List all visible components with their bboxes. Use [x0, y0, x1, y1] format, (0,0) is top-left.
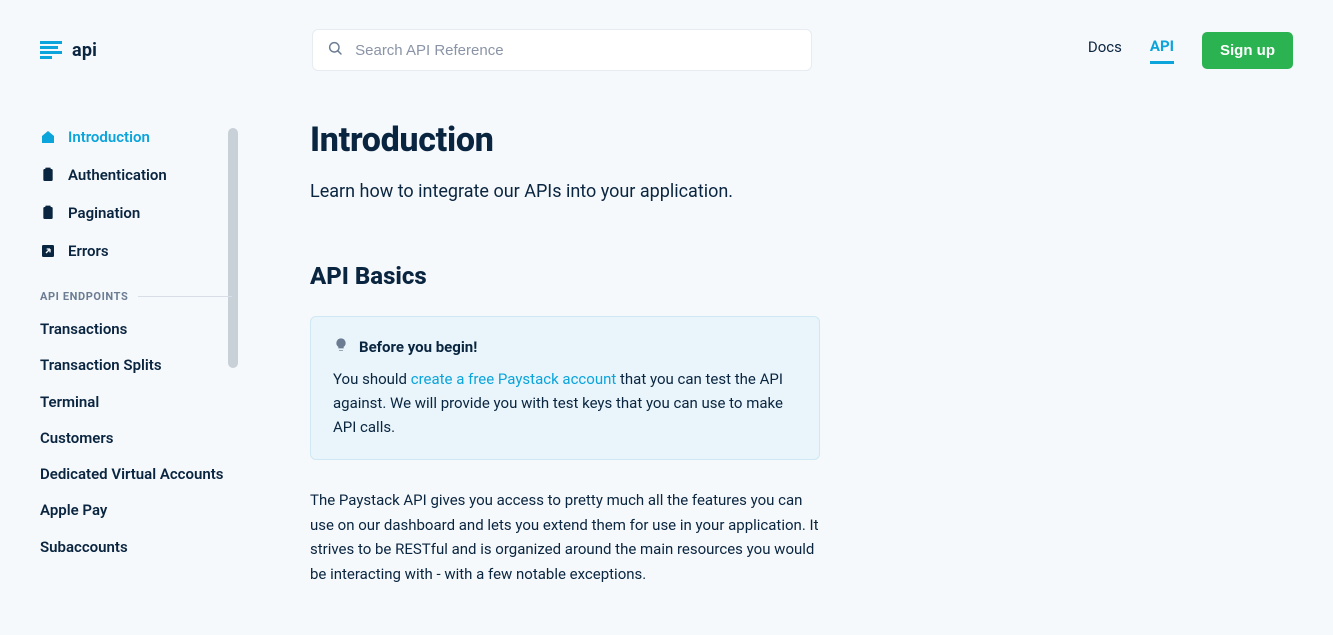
- main-content: Introduction Learn how to integrate our …: [310, 120, 820, 635]
- sidebar-section-label: API ENDPOINTS: [40, 290, 128, 303]
- search-icon: [327, 40, 343, 60]
- header-nav: Docs API Sign up: [1088, 32, 1293, 69]
- sidebar-item-label: Errors: [68, 242, 109, 260]
- sidebar-endpoint-customers[interactable]: Customers: [40, 428, 232, 448]
- sidebar-endpoint-subaccounts[interactable]: Subaccounts: [40, 537, 232, 557]
- sidebar-endpoint-terminal[interactable]: Terminal: [40, 392, 232, 412]
- logo-text: api: [72, 40, 97, 61]
- sidebar-endpoint-apple-pay[interactable]: Apple Pay: [40, 500, 232, 520]
- callout-text-pre: You should: [333, 370, 411, 388]
- sidebar-item-label: Pagination: [68, 204, 140, 222]
- external-icon: [40, 243, 56, 259]
- nav-link-docs[interactable]: Docs: [1088, 38, 1122, 62]
- lightbulb-icon: [333, 337, 349, 357]
- page-title: Introduction: [310, 120, 820, 160]
- nav-link-api[interactable]: API: [1150, 37, 1174, 64]
- divider-line: [138, 296, 232, 297]
- sidebar-endpoint-dedicated-virtual-accounts[interactable]: Dedicated Virtual Accounts: [40, 464, 232, 484]
- home-icon: [40, 129, 56, 145]
- callout-body: You should create a free Paystack accoun…: [333, 367, 797, 439]
- clipboard-icon: [40, 167, 56, 183]
- sidebar-item-label: Authentication: [68, 166, 167, 184]
- logo[interactable]: api: [40, 40, 97, 61]
- clipboard-icon: [40, 205, 56, 221]
- sidebar-section-header: API ENDPOINTS: [40, 290, 232, 303]
- page-lead: Learn how to integrate our APIs into you…: [310, 178, 820, 206]
- sidebar-endpoint-transaction-splits[interactable]: Transaction Splits: [40, 355, 232, 375]
- sidebar-item-authentication[interactable]: Authentication: [40, 166, 232, 184]
- sidebar-item-pagination[interactable]: Pagination: [40, 204, 232, 222]
- sidebar: Introduction Authentication Pagination: [40, 128, 240, 635]
- sidebar-item-errors[interactable]: Errors: [40, 242, 232, 260]
- body-paragraph: The Paystack API gives you access to pre…: [310, 488, 820, 587]
- header: api Docs API Sign up: [0, 0, 1333, 100]
- signup-button[interactable]: Sign up: [1202, 32, 1293, 69]
- callout-link-create-account[interactable]: create a free Paystack account: [411, 370, 617, 388]
- callout-before-you-begin: Before you begin! You should create a fr…: [310, 316, 820, 460]
- sidebar-item-introduction[interactable]: Introduction: [40, 128, 232, 146]
- logo-mark-icon: [40, 41, 62, 59]
- sidebar-item-label: Introduction: [68, 128, 150, 146]
- sidebar-endpoint-transactions[interactable]: Transactions: [40, 319, 232, 339]
- search-input[interactable]: [355, 30, 797, 70]
- search-container[interactable]: [312, 29, 812, 71]
- callout-title: Before you begin!: [359, 338, 477, 356]
- section-title-api-basics: API Basics: [310, 262, 820, 290]
